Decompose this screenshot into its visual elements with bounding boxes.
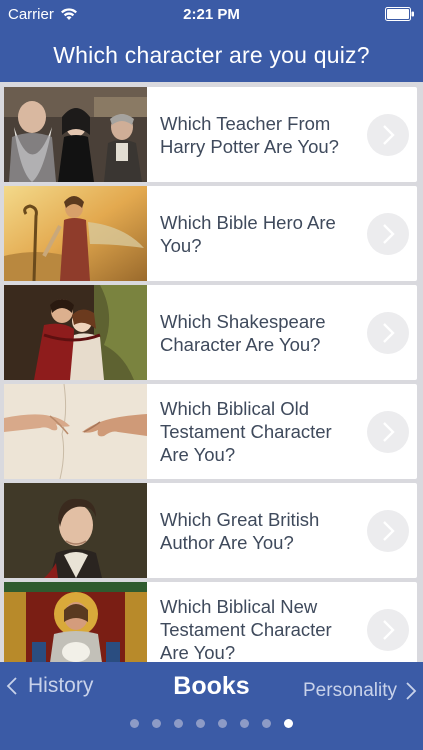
page-dot[interactable] bbox=[262, 719, 271, 728]
quiz-card[interactable]: Which Great British Author Are You? bbox=[4, 483, 417, 578]
chevron-right-icon bbox=[383, 322, 395, 343]
open-quiz-button[interactable] bbox=[367, 113, 409, 156]
page-dot[interactable] bbox=[240, 719, 249, 728]
quiz-list[interactable]: Which Teacher From Harry Potter Are You? bbox=[0, 82, 423, 662]
quiz-thumbnail-teachers bbox=[4, 87, 147, 182]
open-quiz-button[interactable] bbox=[367, 509, 409, 552]
open-quiz-button[interactable] bbox=[367, 311, 409, 354]
quiz-card[interactable]: Which Shakespeare Character Are You? bbox=[4, 285, 417, 380]
battery-icon bbox=[385, 7, 414, 21]
open-quiz-button[interactable] bbox=[367, 212, 409, 255]
quiz-card[interactable]: Which Bible Hero Are You? bbox=[4, 186, 417, 281]
category-pager: History Books Personality bbox=[0, 662, 423, 750]
open-quiz-button[interactable] bbox=[367, 410, 409, 453]
chevron-right-icon bbox=[383, 520, 395, 541]
chevron-right-icon bbox=[383, 223, 395, 244]
page-indicator[interactable] bbox=[0, 719, 423, 728]
quiz-thumbnail-new-testament bbox=[4, 582, 147, 662]
quiz-thumbnail-old-testament bbox=[4, 384, 147, 479]
chevron-right-icon bbox=[383, 619, 395, 640]
app-header: Which character are you quiz? bbox=[0, 28, 423, 82]
page-title: Which character are you quiz? bbox=[53, 41, 370, 68]
page-dot[interactable] bbox=[130, 719, 139, 728]
open-quiz-button[interactable] bbox=[367, 608, 409, 651]
quiz-thumbnail-shakespeare bbox=[4, 285, 147, 380]
chevron-right-icon bbox=[383, 124, 395, 145]
page-dot[interactable] bbox=[196, 719, 205, 728]
quiz-thumbnail-british-author bbox=[4, 483, 147, 578]
wifi-icon bbox=[60, 8, 77, 20]
chevron-right-icon bbox=[406, 682, 417, 700]
quiz-card[interactable]: Which Teacher From Harry Potter Are You? bbox=[4, 87, 417, 182]
next-category-label: Personality bbox=[303, 680, 397, 701]
carrier-label: Carrier bbox=[8, 5, 54, 23]
quiz-card[interactable]: Which Biblical Old Testament Character A… bbox=[4, 384, 417, 479]
quiz-thumbnail-bible-hero bbox=[4, 186, 147, 281]
page-dot[interactable] bbox=[174, 719, 183, 728]
chevron-right-icon bbox=[383, 421, 395, 442]
status-left: Carrier bbox=[8, 6, 78, 23]
next-category-button[interactable]: Personality bbox=[303, 680, 417, 702]
page-dot[interactable] bbox=[152, 719, 161, 728]
page-dot[interactable] bbox=[218, 719, 227, 728]
quiz-card[interactable]: Which Biblical New Testament Character A… bbox=[4, 582, 417, 662]
status-bar: Carrier 2:21 PM bbox=[0, 0, 423, 28]
page-dot[interactable] bbox=[284, 719, 293, 728]
